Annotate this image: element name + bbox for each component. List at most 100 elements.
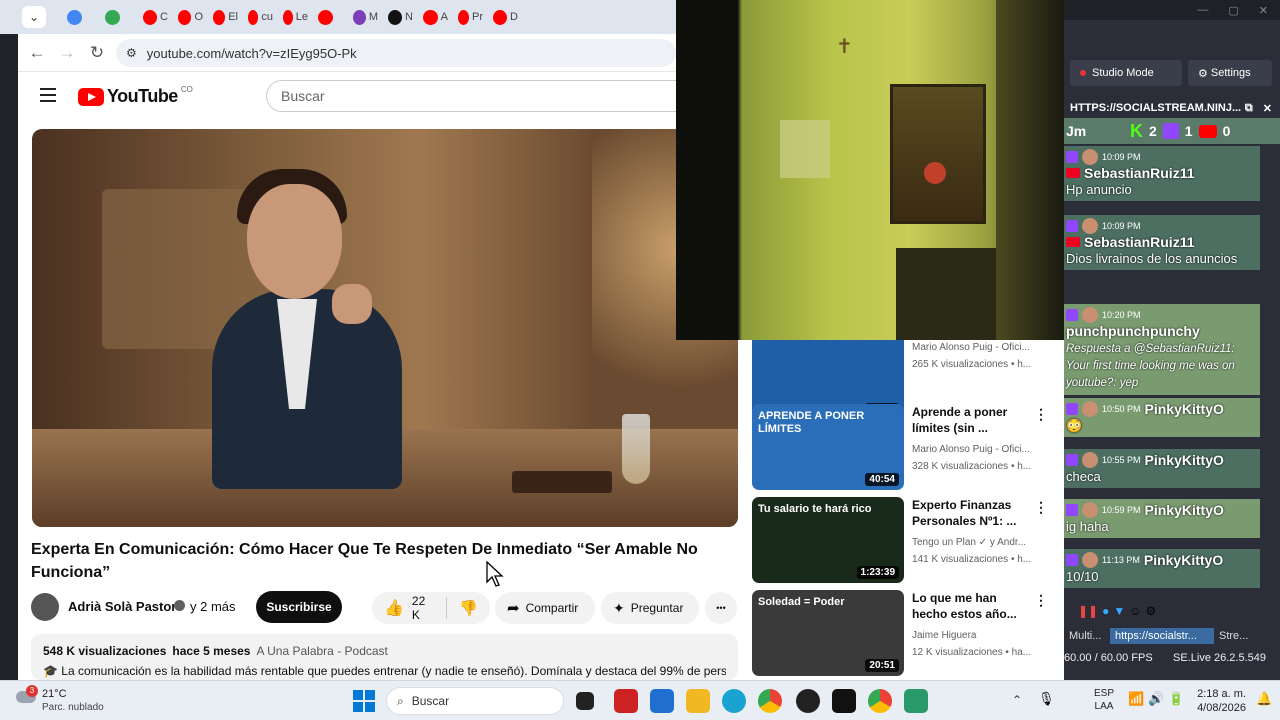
studio-mode-button[interactable]: Studio Mode <box>1070 60 1182 86</box>
battery-icon[interactable]: 🔋 <box>1168 691 1184 707</box>
tab-label: M <box>368 11 378 23</box>
dock-close-icon[interactable]: ✕ <box>1263 102 1272 115</box>
gear-small-icon[interactable]: ⚙ <box>1146 604 1157 618</box>
dock-float-icon[interactable]: ⧉ <box>1245 102 1253 115</box>
tab-favicon-icon <box>178 9 192 25</box>
language-indicator[interactable]: ESP LAA <box>1094 687 1114 713</box>
share-icon: ➦ <box>507 600 520 617</box>
forward-arrow-icon[interactable]: → <box>56 43 78 63</box>
filter-icon[interactable]: ▼ <box>1113 604 1125 618</box>
chrome-icon[interactable] <box>758 689 782 713</box>
clock[interactable]: 2:18 a. m. 4/08/2026 <box>1192 687 1246 715</box>
taskbar-search[interactable]: ⌕ Buscar <box>386 687 564 715</box>
store-icon[interactable] <box>650 689 674 713</box>
youtube-logo[interactable]: YouTube CO <box>78 85 193 107</box>
recommendation-thumbnail[interactable]: Tu salario te hará rico 1:23:39 <box>752 497 904 583</box>
dock-tab[interactable]: Multi... <box>1064 628 1110 644</box>
browser-tab[interactable]: El <box>208 3 243 31</box>
microphone-icon[interactable]: 🎙 <box>1038 691 1055 707</box>
site-info-icon[interactable]: ⚙ <box>126 46 137 60</box>
more-options-icon[interactable]: ⋮ <box>1034 406 1048 423</box>
menu-icon[interactable] <box>40 88 56 102</box>
channel-row: Adrià Solà Pastor y 2 más Suscribirse 👍 … <box>31 591 738 627</box>
more-options-icon[interactable]: ⋮ <box>1034 592 1048 609</box>
recommendation-channel[interactable]: Jaime Higuera <box>912 630 1042 641</box>
minimize-icon[interactable]: — <box>1197 4 1208 16</box>
browser-tab[interactable]: Pr <box>453 3 488 31</box>
tiktok-icon[interactable] <box>832 689 856 713</box>
task-view-icon[interactable] <box>576 692 594 710</box>
more-actions-button[interactable]: ••• <box>705 592 737 624</box>
reload-icon[interactable]: ↻ <box>86 43 108 63</box>
notifications-icon[interactable]: 🔔 <box>1256 691 1272 707</box>
edge-icon[interactable] <box>722 689 746 713</box>
folder-icon[interactable] <box>686 689 710 713</box>
recommendation-title[interactable]: Experto Finanzas Personales Nº1: ... <box>912 497 1024 529</box>
recommendation-item[interactable]: Tu salario te hará rico 1:23:39 Experto Fi… <box>752 497 1052 584</box>
clock-date: 4/08/2026 <box>1197 702 1246 714</box>
browser-tab[interactable]: A <box>418 3 453 31</box>
youtube-search-input[interactable]: Buscar <box>266 80 686 112</box>
dock-tab[interactable]: https://socialstr... <box>1110 628 1214 644</box>
dock-tab[interactable]: Stre... <box>1214 628 1260 644</box>
recommendation-thumbnail[interactable]: Soledad = Poder 20:51 <box>752 590 904 676</box>
browser-tab[interactable] <box>313 3 348 31</box>
back-arrow-icon[interactable]: ← <box>26 43 48 63</box>
recommendation-title[interactable]: Aprende a poner límites (sin ... <box>912 404 1024 436</box>
chat-bubble-icon[interactable]: ● <box>1102 604 1109 618</box>
close-icon[interactable]: ✕ <box>1259 4 1268 17</box>
like-button[interactable]: 👍 22 K <box>384 594 434 622</box>
brave-icon[interactable] <box>614 689 638 713</box>
recommendation-item[interactable]: Soledad = Poder 20:51 Lo que me han hecho … <box>752 590 1052 677</box>
browser-tab[interactable]: Le <box>278 3 313 31</box>
share-button[interactable]: ➦ Compartir <box>495 592 595 624</box>
video-description[interactable]: 548 K visualizaciones hace 5 meses A Una… <box>31 634 738 680</box>
browser-tab[interactable]: N <box>383 3 418 31</box>
tray-chevron-icon[interactable]: ⌃ <box>1012 693 1022 707</box>
weather-widget[interactable]: 3 <box>16 685 38 709</box>
browser-tab[interactable]: M <box>348 3 383 31</box>
recommendation-views: 141 K visualizaciones • h... <box>912 554 1032 565</box>
ask-button[interactable]: ✦ Preguntar <box>601 592 699 624</box>
tab-favicon-icon <box>248 9 259 25</box>
browser-tab[interactable]: D <box>488 3 523 31</box>
recommendation-channel[interactable]: Mario Alonso Puig - Ofici... <box>912 444 1042 455</box>
recommendation-channel[interactable]: Mario Alonso Puig - Ofici... <box>912 342 1042 353</box>
volume-icon[interactable]: 🔊 <box>1148 691 1164 707</box>
tab-label: N <box>405 11 413 23</box>
more-options-icon[interactable]: ⋮ <box>1034 499 1048 516</box>
recommendation-title[interactable]: Lo que me han hecho estos año... <box>912 590 1024 622</box>
channel-collaborators[interactable]: y 2 más <box>190 599 236 614</box>
wifi-icon[interactable]: 📶 <box>1128 691 1144 707</box>
browser-tab[interactable]: O <box>173 3 208 31</box>
emoji-icon[interactable]: ☺ <box>1129 604 1141 618</box>
app-icon[interactable] <box>904 689 928 713</box>
pause-icon[interactable]: ❚❚ <box>1078 604 1098 618</box>
browser-tab[interactable] <box>100 3 138 31</box>
chat-text: checa <box>1066 469 1101 484</box>
chat-time: 11:13 PM <box>1102 555 1140 565</box>
channel-avatar[interactable] <box>31 593 59 621</box>
twitch-icon <box>1066 403 1078 415</box>
dislike-button[interactable]: 👎 <box>459 599 478 617</box>
settings-button[interactable]: ⚙ Settings <box>1188 60 1272 86</box>
recommendation-thumbnail[interactable]: APRENDE A PONER LÍMITES 40:54 <box>752 404 904 490</box>
tab-search-button[interactable]: ⌄ <box>22 6 46 28</box>
description-text: La comunicación es la habilidad más rent… <box>61 664 726 678</box>
obs-icon[interactable] <box>796 689 820 713</box>
channel-name[interactable]: Adrià Solà Pastor <box>68 599 176 614</box>
browser-tab[interactable] <box>62 3 100 31</box>
video-player[interactable] <box>32 129 738 527</box>
windows-start-icon[interactable] <box>352 689 376 713</box>
twitch-icon <box>1066 454 1078 466</box>
address-bar[interactable]: ⚙ youtube.com/watch?v=zIEyg95O-Pk <box>116 39 676 67</box>
tab-favicon-icon <box>105 9 120 25</box>
chrome-profile-icon[interactable] <box>868 689 892 713</box>
recommendation-item[interactable]: APRENDE A PONER LÍMITES 40:54 Aprende a po… <box>752 404 1052 491</box>
browser-tab[interactable]: C <box>138 3 173 31</box>
podcast-tag[interactable]: A Una Palabra - Podcast <box>256 644 387 658</box>
recommendation-channel[interactable]: Tengo un Plan ✓ y Andr... <box>912 537 1042 548</box>
maximize-icon[interactable]: ▢ <box>1228 4 1238 17</box>
subscribe-button[interactable]: Suscribirse <box>256 591 342 623</box>
browser-tab[interactable]: cu <box>243 3 278 31</box>
